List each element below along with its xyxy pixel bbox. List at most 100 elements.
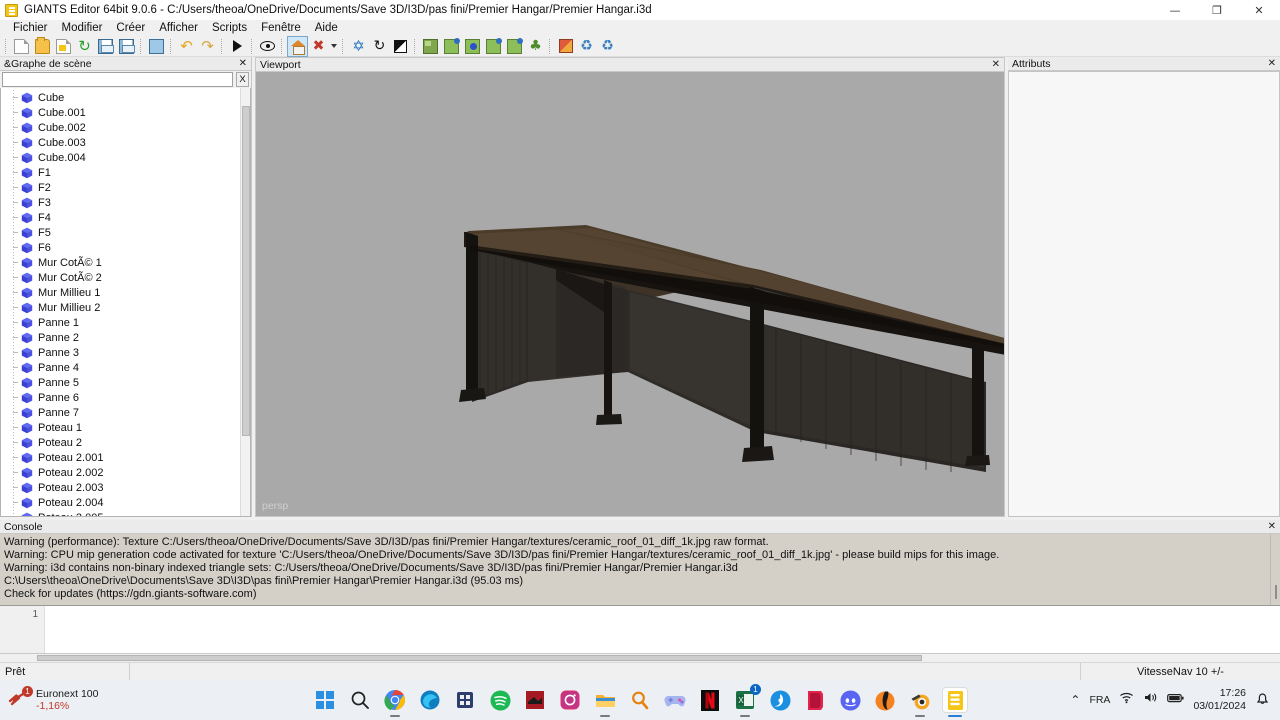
terrain-paint-icon[interactable]: [442, 37, 461, 56]
everything-search-icon[interactable]: [627, 687, 653, 713]
redo-icon[interactable]: ↷: [198, 37, 217, 56]
close-icon[interactable]: ✕: [992, 58, 1004, 72]
scene-graph-item[interactable]: Panne 6: [1, 390, 240, 405]
google-chrome-icon[interactable]: [382, 687, 408, 717]
scene-graph-item[interactable]: F5: [1, 225, 240, 240]
close-icon[interactable]: ✕: [1268, 520, 1280, 534]
scene-graph-item[interactable]: Panne 7: [1, 405, 240, 420]
restore-button[interactable]: ❐: [1196, 0, 1238, 20]
opera-gx-icon[interactable]: [802, 687, 828, 713]
scene-graph-item[interactable]: Poteau 2.004: [1, 495, 240, 510]
material-cube-icon[interactable]: [556, 37, 575, 56]
minimize-button[interactable]: —: [1154, 0, 1196, 20]
chevron-up-icon[interactable]: ⌃: [1070, 693, 1080, 707]
console-output[interactable]: Warning (performance): Texture C:/Users/…: [0, 534, 1280, 605]
scene-graph-item[interactable]: F4: [1, 210, 240, 225]
scene-graph-item[interactable]: Panne 3: [1, 345, 240, 360]
scrollbar-thumb[interactable]: [37, 655, 922, 661]
no-paint-icon[interactable]: ✖: [309, 37, 328, 56]
search-icon[interactable]: [347, 687, 373, 713]
script-editor-hscrollbar[interactable]: [0, 653, 1280, 662]
discord-icon[interactable]: [837, 687, 863, 713]
save-as-icon[interactable]: [117, 37, 136, 56]
scene-graph-item[interactable]: Poteau 2.002: [1, 465, 240, 480]
microsoft-store-icon[interactable]: [452, 687, 478, 713]
terrain-blob-icon[interactable]: [463, 37, 482, 56]
scene-graph-item[interactable]: Poteau 1: [1, 420, 240, 435]
reload-shader-icon[interactable]: ♻: [577, 37, 596, 56]
search-input[interactable]: [2, 72, 233, 87]
menu-aide[interactable]: Aide: [308, 20, 345, 36]
visibility-eye-icon[interactable]: [258, 37, 277, 56]
scene-graph-item[interactable]: Panne 4: [1, 360, 240, 375]
menu-fenetre[interactable]: Fenêtre: [254, 20, 308, 36]
terrain-sculpt-icon[interactable]: [421, 37, 440, 56]
close-icon[interactable]: ✕: [1268, 57, 1280, 71]
start-button-icon[interactable]: [312, 687, 338, 713]
scene-graph-item[interactable]: Cube.004: [1, 150, 240, 165]
microsoft-excel-icon[interactable]: X 1: [732, 684, 761, 717]
translate-tool-icon[interactable]: ✡: [349, 37, 368, 56]
file-explorer-icon[interactable]: [592, 687, 618, 717]
red-app-icon[interactable]: [522, 687, 548, 713]
dropdown-arrow-icon[interactable]: [329, 37, 339, 56]
spotify-icon[interactable]: [487, 687, 513, 713]
scene-graph-item[interactable]: F1: [1, 165, 240, 180]
battlenet-icon[interactable]: [767, 687, 793, 713]
scrollbar-thumb[interactable]: [242, 106, 250, 436]
play-icon[interactable]: [228, 37, 247, 56]
clear-search-button[interactable]: X: [236, 72, 249, 87]
edit-file-icon[interactable]: [54, 37, 73, 56]
close-icon[interactable]: ✕: [239, 57, 251, 71]
menu-modifier[interactable]: Modifier: [55, 20, 110, 36]
scene-graph-item[interactable]: Poteau 2: [1, 435, 240, 450]
wifi-icon[interactable]: [1119, 691, 1134, 709]
scene-graph-item[interactable]: Cube.002: [1, 120, 240, 135]
scene-graph-item[interactable]: F2: [1, 180, 240, 195]
undo-icon[interactable]: ↶: [177, 37, 196, 56]
rotate-tool-icon[interactable]: ↻: [370, 37, 389, 56]
foliage-icon[interactable]: ♣: [526, 37, 545, 56]
reload-icon[interactable]: ↻: [75, 37, 94, 56]
scene-graph-item[interactable]: F6: [1, 240, 240, 255]
terrain-layer-icon[interactable]: [505, 37, 524, 56]
reload-texture-icon[interactable]: ♻: [598, 37, 617, 56]
menu-afficher[interactable]: Afficher: [152, 20, 205, 36]
microsoft-edge-icon[interactable]: [417, 687, 443, 713]
save-icon[interactable]: [96, 37, 115, 56]
scene-graph-item[interactable]: Poteau 2.005: [1, 510, 240, 516]
game-controller-icon[interactable]: [662, 687, 688, 713]
scene-graph-scrollbar[interactable]: [240, 88, 250, 516]
menu-creer[interactable]: Créer: [109, 20, 152, 36]
blender-icon[interactable]: [907, 687, 933, 717]
menu-scripts[interactable]: Scripts: [205, 20, 254, 36]
home-view-icon[interactable]: [287, 35, 308, 57]
scene-graph-item[interactable]: Cube.003: [1, 135, 240, 150]
close-button[interactable]: ✕: [1238, 0, 1280, 20]
scale-tool-icon[interactable]: [391, 37, 410, 56]
scene-graph-tree[interactable]: Cube Cube.001 Cube.002 Cube.003 Cube.004 F1 F2…: [0, 88, 251, 517]
scene-graph-item[interactable]: Mur CotÃ© 2: [1, 270, 240, 285]
scene-graph-item[interactable]: Mur Millieu 2: [1, 300, 240, 315]
terrain-detail-icon[interactable]: [484, 37, 503, 56]
menu-fichier[interactable]: Fichier: [6, 20, 55, 36]
export-icon[interactable]: [147, 37, 166, 56]
scrollbar-thumb[interactable]: [1275, 585, 1277, 599]
language-indicator[interactable]: FRA: [1089, 694, 1110, 706]
scene-graph-item[interactable]: Panne 1: [1, 315, 240, 330]
scene-graph-item[interactable]: F3: [1, 195, 240, 210]
scene-graph-item[interactable]: Mur Millieu 1: [1, 285, 240, 300]
scene-graph-item[interactable]: Poteau 2.001: [1, 450, 240, 465]
script-editor-text-area[interactable]: [45, 606, 1280, 653]
open-file-icon[interactable]: [33, 36, 52, 56]
scene-graph-item[interactable]: Mur CotÃ© 1: [1, 255, 240, 270]
battery-icon[interactable]: [1167, 691, 1185, 709]
netflix-icon[interactable]: [697, 687, 723, 713]
scene-graph-item[interactable]: Cube.001: [1, 105, 240, 120]
console-scrollbar[interactable]: [1270, 534, 1280, 605]
scene-graph-item[interactable]: Poteau 2.003: [1, 480, 240, 495]
instagram-icon[interactable]: [557, 687, 583, 713]
notification-bell-icon[interactable]: [1255, 691, 1270, 710]
viewport-3d-canvas[interactable]: persp: [256, 72, 1004, 516]
fl-studio-icon[interactable]: [872, 687, 898, 713]
